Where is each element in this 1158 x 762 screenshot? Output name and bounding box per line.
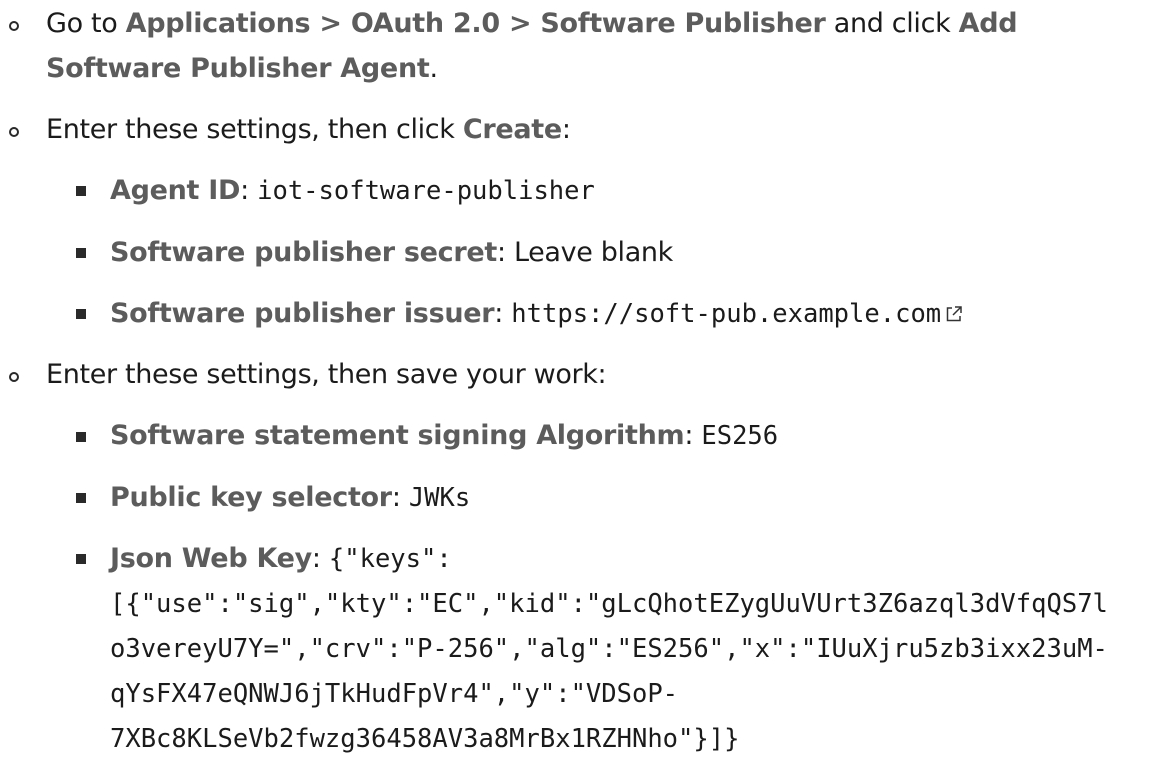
setting-value: ES256 (701, 421, 779, 451)
setting-separator: : (494, 298, 512, 329)
setting-separator: : (311, 543, 329, 574)
setting-public-key-selector: Public key selector: JWKs (110, 475, 470, 521)
setting-agent-id: Agent ID: iot-software-publisher (110, 168, 595, 214)
setting-json-web-key: Json Web Key: {"keys": (110, 536, 452, 582)
setting-separator: : (684, 420, 702, 451)
square-bullet-icon (76, 432, 86, 442)
setting-label: Agent ID (110, 175, 241, 206)
step-1-line-1: Go to Applications > OAuth 2.0 > Softwar… (46, 1, 1018, 46)
jwk-value-line: [{"use":"sig","kty":"EC","kid":"gLcQhotE… (110, 589, 1108, 619)
step-3-text: Enter these settings, then save your wor… (46, 359, 607, 390)
jwk-value-line: qYsFX47eQNWJ6jTkHudFpVr4","y":"VDSoP- (110, 679, 679, 709)
step-1-line-2: Software Publisher Agent. (46, 46, 438, 91)
setting-separator: : (391, 482, 409, 513)
step-1-text: . (429, 53, 438, 84)
setting-value: JWKs (408, 483, 471, 513)
setting-separator: : (240, 175, 258, 206)
setting-label: Public key selector (110, 482, 392, 513)
setting-separator: : (496, 237, 514, 268)
jwk-value-line: {"keys": (328, 544, 452, 574)
circle-bullet-icon (9, 372, 19, 382)
step-1-menu-path: Applications > OAuth 2.0 > Software Publ… (125, 8, 826, 39)
setting-publisher-issuer: Software publisher issuer: https://soft-… (110, 291, 964, 338)
step-2-text: Enter these settings, then click (46, 114, 463, 145)
jwk-value-line: 7XBc8KLSeVb2fwzg36458AV3a8MrBx1RZHNho"}]… (110, 724, 740, 754)
setting-label: Software statement signing Algorithm (110, 420, 685, 451)
circle-bullet-icon (9, 127, 19, 137)
jwk-value-line: o3vereyU7Y=","crv":"P-256","alg":"ES256"… (110, 634, 1108, 664)
setting-publisher-secret: Software publisher secret: Leave blank (110, 230, 673, 275)
step-1-text: Go to (46, 8, 126, 39)
setting-label: Software publisher secret (110, 237, 497, 268)
square-bullet-icon (76, 186, 86, 196)
step-3-line: Enter these settings, then save your wor… (46, 352, 607, 397)
step-2-button-name: Create (462, 114, 562, 145)
step-1-text: and click (825, 8, 959, 39)
issuer-link[interactable]: https://soft-pub.example.com (511, 299, 941, 329)
setting-label: Json Web Key (110, 543, 312, 574)
circle-bullet-icon (9, 21, 19, 31)
step-1-button-name: Software Publisher Agent (46, 53, 430, 84)
step-2-line: Enter these settings, then click Create: (46, 107, 571, 152)
square-bullet-icon (76, 554, 86, 564)
setting-value: iot-software-publisher (257, 176, 595, 206)
external-link-icon[interactable] (944, 293, 964, 338)
square-bullet-icon (76, 493, 86, 503)
setting-value: Leave blank (513, 237, 673, 268)
step-1-button-name: Add (958, 8, 1018, 39)
square-bullet-icon (76, 248, 86, 258)
step-2-text: : (561, 114, 571, 145)
setting-label: Software publisher issuer (110, 298, 495, 329)
setting-signing-algorithm: Software statement signing Algorithm: ES… (110, 413, 778, 459)
square-bullet-icon (76, 309, 86, 319)
